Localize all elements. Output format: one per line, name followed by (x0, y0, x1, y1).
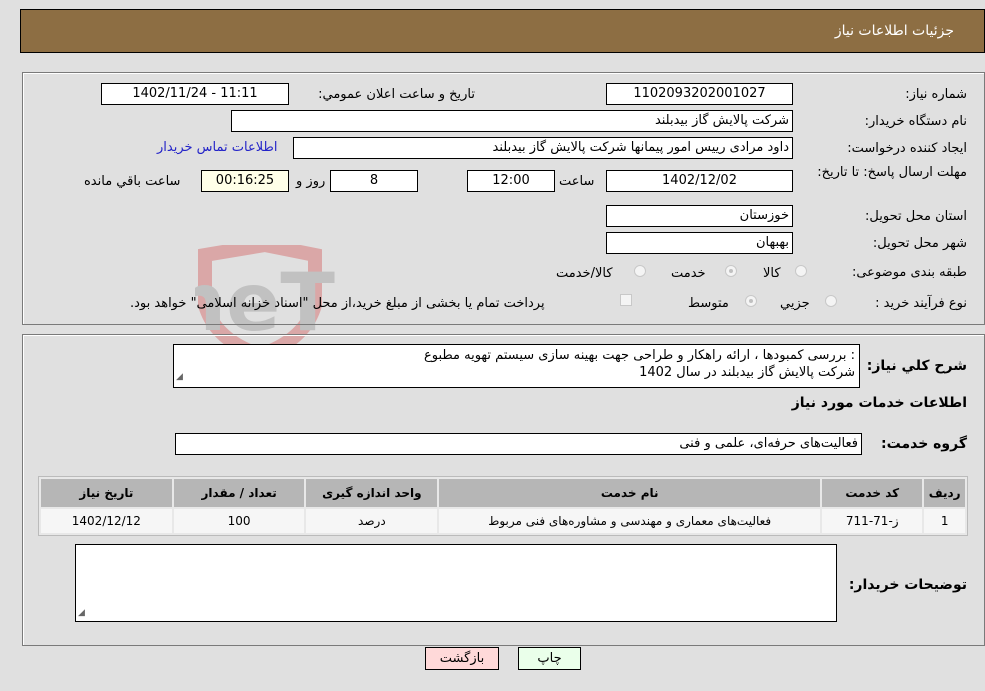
category-radio-goods-service[interactable] (634, 265, 646, 277)
deadline-date-field[interactable]: 1402/12/02 (606, 170, 793, 192)
category-goods-label: کالا (763, 266, 781, 281)
col-header-unit: واحد اندازه گیری (306, 479, 438, 507)
service-group-field[interactable]: فعالیت‌های حرفه‌ای، علمی و فنی (175, 433, 862, 455)
creator-label: ایجاد کننده درخواست: (847, 141, 967, 156)
category-goods-service-label: کالا/خدمت (556, 266, 613, 281)
page-header: جزئیات اطلاعات نیاز (20, 9, 985, 53)
need-number-label: شماره نیاز: (905, 87, 967, 102)
process-minor-label: جزيي (780, 296, 810, 311)
services-heading: اطلاعات خدمات مورد نیاز (791, 395, 967, 411)
back-button[interactable]: بازگشت (425, 647, 499, 670)
city-label: شهر محل تحویل: (872, 236, 967, 251)
buyer-notes-textarea[interactable] (75, 544, 837, 622)
category-radio-service[interactable] (725, 265, 737, 277)
process-radio-minor[interactable] (825, 295, 837, 307)
city-field[interactable]: بهبهان (606, 232, 793, 254)
creator-field[interactable]: داود مرادی رییس امور پیمانها شرکت پالایش… (293, 137, 793, 159)
buyer-notes-label: توضیحات خریدار: (848, 577, 967, 593)
col-header-service-name: نام خدمت (439, 479, 821, 507)
treasury-note: پرداخت تمام یا بخشی از مبلغ خرید،از محل … (130, 296, 545, 311)
summary-line-1: : بررسی کمبودها ، ارائه راهکار و طراحی ج… (423, 348, 855, 363)
service-group-label: گروه خدمت: (881, 436, 967, 452)
category-radio-goods[interactable] (795, 265, 807, 277)
cell-need-date: 1402/12/12 (41, 509, 172, 533)
remaining-time-field[interactable]: 00:16:25 (201, 170, 289, 192)
cell-unit: درصد (306, 509, 438, 533)
summary-line-2: شرکت پالایش گاز بیدبلند در سال 1402 (639, 365, 855, 380)
category-label: طبقه بندی موضوعی: (851, 265, 967, 280)
category-service-label: خدمت (671, 266, 706, 281)
process-label: نوع فرآیند خرید : (875, 296, 967, 311)
resize-handle-icon[interactable]: ◢ (176, 369, 183, 386)
cell-service-code: ز-71-711 (822, 509, 923, 533)
province-field[interactable]: خوزستان (606, 205, 793, 227)
remaining-label: ساعت باقي مانده (84, 174, 181, 189)
announce-datetime-field[interactable]: 1402/11/24 - 11:11 (101, 83, 289, 105)
deadline-label: مهلت ارسال پاسخ: تا تاریخ: (817, 165, 967, 180)
col-header-quantity: تعداد / مقدار (173, 479, 305, 507)
announce-label: تاریخ و ساعت اعلان عمومي: (318, 87, 475, 102)
province-label: استان محل تحویل: (865, 209, 967, 224)
cell-row-number: 1 (924, 509, 965, 533)
process-medium-label: متوسط (688, 296, 729, 311)
summary-textarea[interactable]: : بررسی کمبودها ، ارائه راهکار و طراحی ج… (173, 344, 860, 388)
days-field[interactable]: 8 (330, 170, 418, 192)
col-header-need-date: تاریخ نیاز (41, 479, 172, 507)
resize-handle-icon[interactable]: ◢ (78, 608, 85, 690)
buyer-contact-link[interactable]: اطلاعات تماس خریدار (157, 140, 277, 155)
col-header-service-code: کد خدمت (822, 479, 923, 507)
table-header-row: ردیف کد خدمت نام خدمت واحد اندازه گیری ت… (41, 479, 965, 507)
cell-service-name: فعالیت‌های معماری و مهندسی و مشاوره‌های … (439, 509, 821, 533)
time-label: ساعت (559, 174, 595, 189)
cell-quantity: 100 (173, 509, 305, 533)
table-row: 1 ز-71-711 فعالیت‌های معماری و مهندسی و … (41, 509, 965, 533)
process-radio-medium[interactable] (745, 295, 757, 307)
treasury-checkbox[interactable] (620, 294, 632, 306)
buyer-org-field[interactable]: شرکت پالایش گاز بیدبلند (231, 110, 793, 132)
deadline-time-field[interactable]: 12:00 (467, 170, 555, 192)
days-label: روز و (296, 174, 326, 189)
need-number-field[interactable]: 1102093202001027 (606, 83, 793, 105)
page-title: جزئیات اطلاعات نیاز (834, 23, 954, 39)
services-table: ردیف کد خدمت نام خدمت واحد اندازه گیری ت… (38, 476, 968, 536)
buyer-org-label: نام دستگاه خریدار: (864, 114, 967, 129)
summary-label: شرح کلي نیاز: (866, 358, 967, 374)
print-button[interactable]: چاپ (518, 647, 581, 670)
col-header-row-number: ردیف (924, 479, 965, 507)
